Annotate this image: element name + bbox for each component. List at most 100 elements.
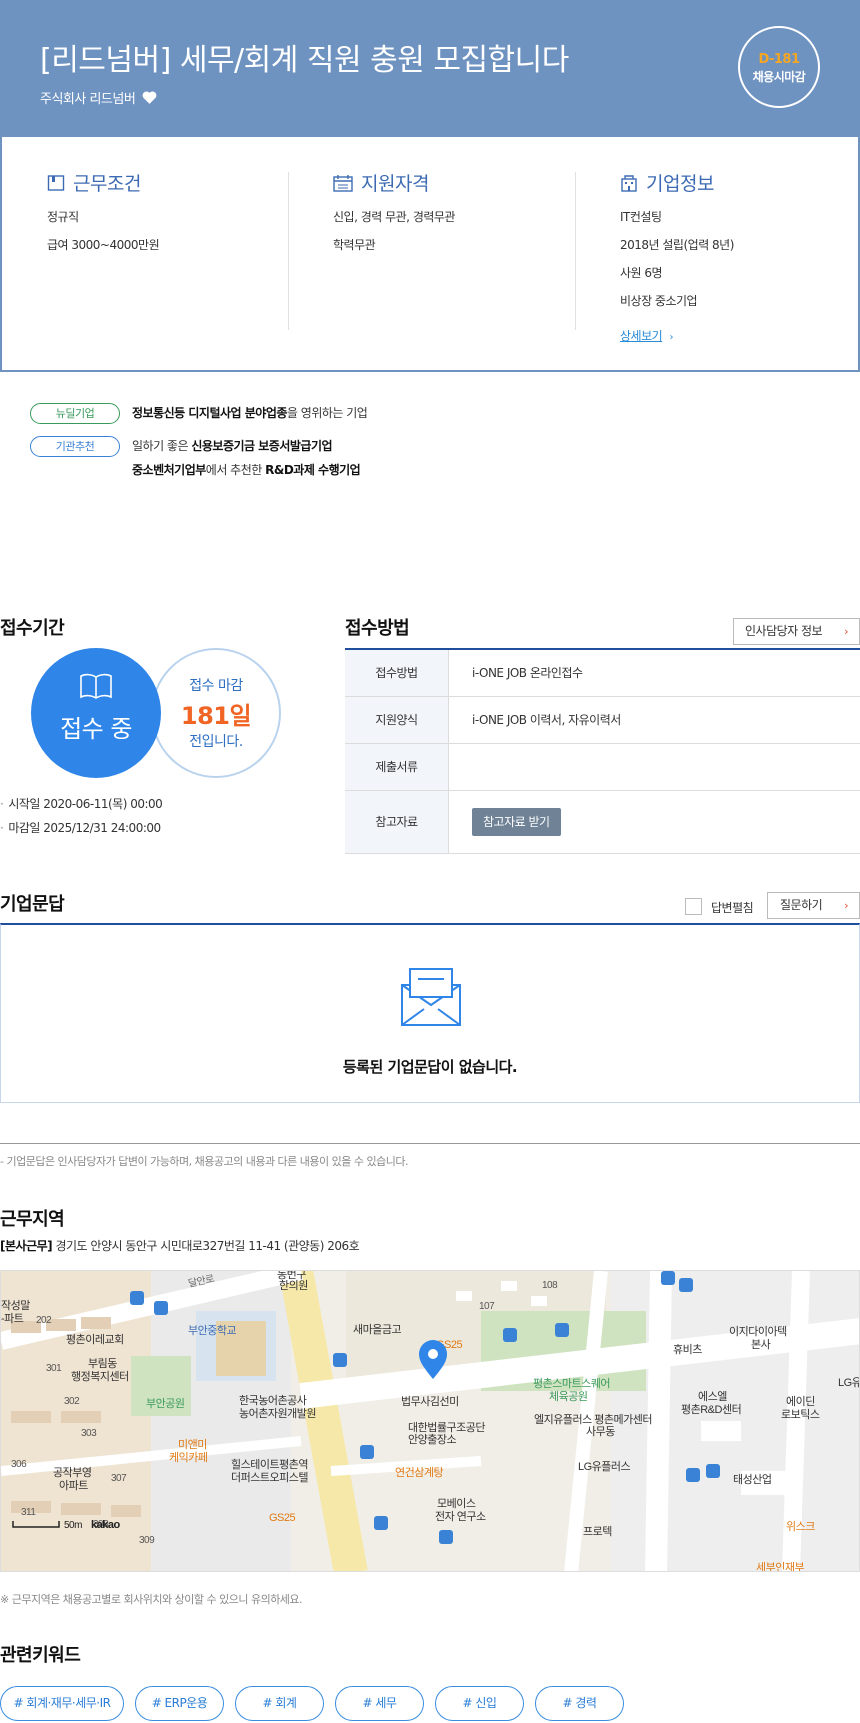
map-label: 농어촌자원개발원 bbox=[239, 1407, 316, 1420]
badge-description: 정보통신등 디지털사업 분야업종을 영위하는 기업 bbox=[132, 403, 368, 424]
address-line: [본사근무] 경기도 안양시 동안구 시민대로327번길 11-41 (관양동)… bbox=[0, 1237, 360, 1254]
keyword-list: # 회계·재무·세무·IR # ERP운용 # 회계 # 세무 # 신입 # 경… bbox=[0, 1686, 624, 1721]
map-label: 프로텍 bbox=[583, 1525, 612, 1538]
map-label: LG유 bbox=[838, 1376, 860, 1389]
dday-badge: D-181 채용시마감 bbox=[738, 26, 820, 108]
end-date: 마감일 2025/12/31 24:00:00 bbox=[0, 819, 162, 836]
badge-bold: 정보통신등 디지털사업 분야업종 bbox=[132, 406, 287, 420]
table-key: 접수방법 bbox=[345, 650, 449, 696]
lot-number: 303 bbox=[81, 1428, 97, 1439]
table-value: i-ONE JOB 온라인접수 bbox=[472, 666, 583, 680]
qa-empty-message: 등록된 기업문답이 없습니다. bbox=[342, 1058, 518, 1076]
lot-number: 307 bbox=[111, 1473, 127, 1484]
map-label: 전자 연구소 bbox=[435, 1510, 486, 1523]
company-detail-link[interactable]: 상세보기 bbox=[620, 327, 663, 344]
map-label: 엘지유플러스 평촌메가센터 bbox=[534, 1413, 652, 1426]
table-value: i-ONE JOB 이력서, 자유이력서 bbox=[472, 713, 621, 727]
map-label: 법무사김선미 bbox=[401, 1395, 459, 1408]
map-canvas: 평촌이레교회 부림동 행정복지센터 한국농어촌공사 농어촌자원개발원 힐스테이트… bbox=[1, 1271, 860, 1571]
lot-number: 311 bbox=[21, 1507, 36, 1518]
expand-answers-checkbox[interactable] bbox=[685, 898, 702, 915]
map-label: 로보틱스 bbox=[781, 1408, 820, 1421]
lot-number: 309 bbox=[139, 1535, 155, 1546]
map-label: 부안공원 bbox=[146, 1397, 184, 1410]
location-note: ※ 근무지역은 채용공고별로 회사위치와 상이할 수 있으니 유의하세요. bbox=[0, 1593, 303, 1606]
map-label: 사무동 bbox=[586, 1425, 615, 1438]
company-name[interactable]: 주식회사 리드넘버 bbox=[40, 88, 136, 107]
status-label: 접수 중 bbox=[60, 715, 132, 743]
work-conditions: 근무조건 정규직 급여 3000~4000만원 bbox=[47, 169, 307, 253]
work-line: 정규직 bbox=[47, 210, 79, 224]
location-map[interactable]: 평촌이레교회 부림동 행정복지센터 한국농어촌공사 농어촌자원개발원 힐스테이트… bbox=[0, 1270, 860, 1572]
corp-line: 비상장 중소기업 bbox=[620, 294, 698, 308]
map-label: 작성말 bbox=[1, 1299, 30, 1312]
hr-info-button[interactable]: 인사담당자 정보 › bbox=[733, 618, 860, 645]
badge-pre: 일하기 좋은 bbox=[132, 439, 192, 453]
keyword-tag[interactable]: # 회계·재무·세무·IR bbox=[0, 1686, 124, 1721]
table-row: 제출서류 bbox=[345, 744, 860, 791]
period-title: 접수기간 bbox=[0, 618, 65, 639]
start-date: 시작일 2020-06-11(목) 00:00 bbox=[0, 795, 162, 812]
method-table: 접수방법 i-ONE JOB 온라인접수 지원양식 i-ONE JOB 이력서, 자… bbox=[345, 648, 860, 854]
address-tag: [본사근무] bbox=[0, 1239, 53, 1253]
map-label: 새마을금고 bbox=[353, 1323, 401, 1336]
map-label: 대한법률구조공단 bbox=[408, 1421, 485, 1434]
keyword-tag[interactable]: # 회계 bbox=[235, 1686, 324, 1721]
lot-number: 302 bbox=[64, 1396, 80, 1407]
qa-note: - 기업문답은 인사담당자가 답변이 가능하며, 채용공고의 내용과 다른 내용… bbox=[0, 1155, 408, 1168]
days-left: 181일 bbox=[180, 702, 252, 730]
map-label: LG유플러스 bbox=[578, 1460, 631, 1473]
map-label: 평촌스마트스퀘어 bbox=[533, 1377, 610, 1390]
map-label: 평촌R&D센터 bbox=[681, 1403, 741, 1416]
map-label: 힐스테이트평촌역 bbox=[231, 1458, 308, 1471]
lot-number: 202 bbox=[36, 1315, 52, 1326]
job-summary-panel: 근무조건 정규직 급여 3000~4000만원 지원자격 신입, 경력 무관, … bbox=[0, 137, 860, 372]
map-label: 에이딘 bbox=[786, 1395, 815, 1408]
company-line: 주식회사 리드넘버 bbox=[40, 88, 158, 107]
days-suffix: 전입니다. bbox=[189, 734, 243, 750]
hr-info-label: 인사담당자 정보 bbox=[745, 624, 823, 638]
building-icon bbox=[621, 174, 637, 192]
table-value bbox=[449, 744, 860, 790]
keyword-tag[interactable]: # 세무 bbox=[335, 1686, 424, 1721]
qa-title: 기업문답 bbox=[0, 894, 65, 915]
dday-count: D-181 bbox=[758, 52, 800, 67]
lot-number: 301 bbox=[46, 1363, 62, 1374]
divider bbox=[288, 172, 289, 330]
badge-bold: 중소벤처기업부 bbox=[132, 463, 206, 477]
map-label: 더퍼스트오피스텔 bbox=[231, 1471, 308, 1484]
badge-post: 을 영위하는 기업 bbox=[286, 406, 368, 420]
dday-status: 채용시마감 bbox=[752, 70, 806, 84]
keyword-tag[interactable]: # 신입 bbox=[435, 1686, 524, 1721]
divider bbox=[0, 1143, 860, 1144]
map-label: 안양출장소 bbox=[408, 1433, 456, 1446]
keyword-tag[interactable]: # 경력 bbox=[535, 1686, 624, 1721]
map-label: 한의원 bbox=[279, 1279, 308, 1292]
badge-description: 중소벤처기업부에서 추천한 R&D과제 수행기업 bbox=[132, 460, 361, 481]
map-scale: 50m bbox=[64, 1520, 82, 1531]
work-line: 급여 3000~4000만원 bbox=[47, 238, 160, 252]
qual-line: 신입, 경력 무관, 경력무관 bbox=[333, 210, 455, 224]
map-label: 케익카페 bbox=[169, 1451, 208, 1464]
map-label: -파트 bbox=[1, 1312, 24, 1325]
map-label: 본사 bbox=[751, 1338, 771, 1351]
map-label: 부림동 bbox=[88, 1357, 117, 1370]
qa-list: 등록된 기업문답이 없습니다. bbox=[0, 923, 860, 1103]
map-label: 미앤미 bbox=[178, 1438, 207, 1451]
keywords-title: 관련키워드 bbox=[0, 1645, 81, 1666]
recommend-pill: 기관추천 bbox=[30, 436, 120, 457]
heart-icon[interactable] bbox=[141, 89, 158, 106]
keyword-tag[interactable]: # ERP운용 bbox=[135, 1686, 224, 1721]
map-label: 휴비츠 bbox=[673, 1343, 702, 1356]
badge-description: 일하기 좋은 신용보증기금 보증서발급기업 bbox=[132, 436, 333, 457]
table-row: 지원양식 i-ONE JOB 이력서, 자유이력서 bbox=[345, 697, 860, 744]
lot-number: 108 bbox=[542, 1280, 558, 1291]
company-info-title: 기업정보 bbox=[646, 173, 714, 195]
download-reference-button[interactable]: 참고자료 받기 bbox=[472, 808, 561, 836]
expand-answers-label[interactable]: 답변펼침 bbox=[711, 899, 754, 916]
location-title: 근무지역 bbox=[0, 1209, 65, 1230]
deadline-label: 접수 마감 bbox=[189, 678, 243, 694]
ask-question-button[interactable]: 질문하기 › bbox=[767, 892, 860, 919]
qualifications-title: 지원자격 bbox=[361, 173, 429, 195]
map-label: 한국농어촌공사 bbox=[239, 1394, 307, 1407]
